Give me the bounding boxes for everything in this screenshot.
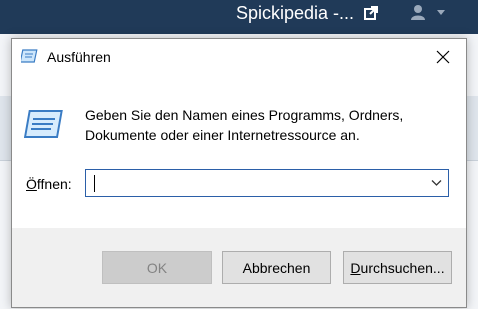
- text-cursor: [94, 175, 95, 192]
- open-label: Öffnen:: [26, 176, 72, 192]
- ok-button-label: OK: [146, 259, 168, 276]
- description-line-1: Geben Sie den Namen eines Programms, Ord…: [85, 107, 404, 123]
- site-header: Spickipedia -...: [0, 0, 478, 34]
- open-label-text: ffnen:: [36, 176, 72, 192]
- dialog-description: Geben Sie den Namen eines Programms, Ord…: [85, 105, 445, 145]
- ok-button[interactable]: OK: [102, 251, 212, 284]
- run-dialog: Ausführen Geben Sie den Namen eines Prog…: [11, 38, 467, 308]
- dialog-title: Ausführen: [47, 49, 111, 65]
- dialog-titlebar[interactable]: Ausführen: [12, 39, 466, 77]
- browse-button[interactable]: Durchsuchen...: [343, 251, 452, 284]
- cancel-button-label: Abbrechen: [242, 259, 311, 276]
- run-icon: [24, 110, 63, 138]
- chevron-down-icon[interactable]: [431, 179, 442, 187]
- open-label-accelerator: Ö: [26, 176, 37, 192]
- close-button[interactable]: [420, 39, 466, 75]
- caret-down-icon[interactable]: [437, 10, 445, 16]
- user-icon[interactable]: [410, 4, 426, 20]
- cancel-button[interactable]: Abbrechen: [222, 251, 331, 284]
- open-combobox[interactable]: [85, 169, 449, 197]
- run-icon: [21, 49, 38, 63]
- external-link-icon[interactable]: [364, 6, 378, 20]
- browse-button-label: urchsuchen...: [360, 259, 445, 276]
- site-title[interactable]: Spickipedia -...: [236, 3, 354, 24]
- description-line-2: Dokumente oder einer Internetressource a…: [85, 127, 360, 143]
- browse-button-accelerator: D: [350, 259, 361, 276]
- close-icon: [436, 50, 450, 64]
